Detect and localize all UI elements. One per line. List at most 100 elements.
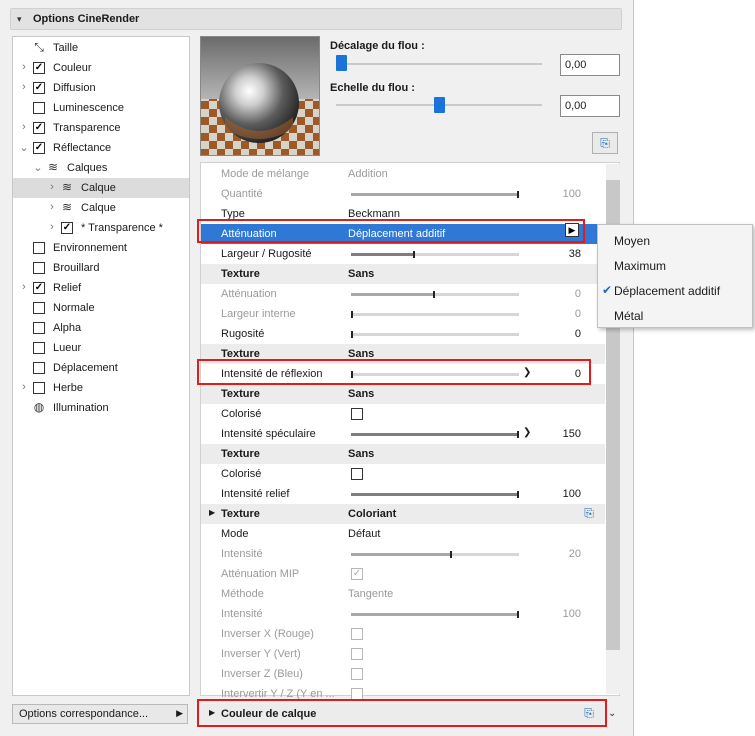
menu-item[interactable]: Métal [598,304,754,328]
tree-item[interactable]: ⌄ ✓ Réflectance [13,138,189,158]
row-slider-handle[interactable] [517,611,519,618]
tree-item-checkbox[interactable] [33,242,45,254]
settings-row[interactable]: Intensité 20 [201,544,605,564]
tree-item[interactable]: Luminescence [13,98,189,118]
tree-item[interactable]: › ✓ Transparence [13,118,189,138]
row-number[interactable]: 100 [563,608,581,620]
tree-item[interactable]: ⤡ Taille [13,38,189,58]
settings-row[interactable]: Mode Défaut [201,524,605,544]
scroll-down-icon[interactable]: ⌄ [608,708,616,719]
tree-item-checkbox[interactable]: ✓ [33,82,45,94]
row-number[interactable]: 0 [575,288,581,300]
row-checkbox[interactable] [351,668,363,680]
tree-item-checkbox[interactable]: ✓ [33,122,45,134]
row-slider-handle[interactable] [412,251,415,258]
row-slider[interactable] [351,191,519,198]
settings-row[interactable]: Atténuation MIP ✓ [201,564,605,584]
settings-row[interactable]: Texture Sans [201,384,605,404]
blur-offset-track[interactable] [336,63,542,65]
row-number[interactable]: 100 [563,188,581,200]
row-checkbox[interactable] [351,628,363,640]
chevron-right-icon[interactable]: › [19,81,29,93]
settings-row[interactable]: Intensité 100 [201,604,605,624]
tree-item[interactable]: ⌄ ≋ Calques [13,158,189,178]
row-slider-handle[interactable] [517,431,519,438]
row-slider[interactable] [351,311,519,318]
row-slider[interactable] [351,491,519,498]
settings-row[interactable]: Atténuation 0 [201,284,605,304]
tree-item-checkbox[interactable] [33,342,45,354]
expand-triangle-icon[interactable]: ▶ [209,508,215,517]
row-slider-handle[interactable] [351,311,353,318]
tree-item[interactable]: › ✓ Couleur [13,58,189,78]
row-slider[interactable] [351,611,519,618]
blur-offset-slider-knob[interactable] [336,55,347,71]
row-checkbox[interactable] [351,408,363,420]
tree-item-checkbox[interactable]: ✓ [33,282,45,294]
row-slider[interactable] [351,251,519,258]
chevron-down-icon[interactable]: ⌄ [33,161,43,174]
keyframe-marker-icon[interactable]: ❯ [523,427,531,438]
settings-row[interactable]: Largeur interne 0 [201,304,605,324]
tree-item-checkbox[interactable] [33,322,45,334]
settings-row[interactable]: Intensité relief 100 [201,484,605,504]
row-slider-handle[interactable] [449,551,452,558]
blur-scale-slider-knob[interactable] [434,97,445,113]
chevron-right-icon[interactable]: › [47,221,57,233]
tree-item[interactable]: Lueur [13,338,189,358]
tree-item[interactable]: › Herbe [13,378,189,398]
row-number[interactable]: 0 [575,308,581,320]
settings-row[interactable]: Rugosité 0 [201,324,605,344]
tree-item[interactable]: Alpha [13,318,189,338]
settings-row[interactable]: Mode de mélange Addition [201,164,605,184]
chevron-right-icon[interactable]: › [47,201,57,213]
settings-row[interactable]: Méthode Tangente [201,584,605,604]
tree-item-checkbox[interactable]: ✓ [33,142,45,154]
tree-item-checkbox[interactable] [33,382,45,394]
settings-row[interactable]: Colorisé [201,404,605,424]
row-number[interactable]: 38 [569,248,581,260]
tree-item-checkbox[interactable] [33,362,45,374]
row-slider[interactable] [351,291,519,298]
blur-offset-input[interactable]: 0,00 [560,54,620,76]
settings-row[interactable]: Quantité 100 [201,184,605,204]
settings-row[interactable]: Texture Sans [201,264,605,284]
tree-item[interactable]: › ✓ Relief [13,278,189,298]
export-settings-button[interactable]: ⎘ [592,132,618,154]
chevron-right-icon[interactable]: › [19,281,29,293]
tree-item[interactable]: ◍ Illumination [13,398,189,418]
tree-item-checkbox[interactable] [33,262,45,274]
chevron-right-icon[interactable]: › [19,61,29,73]
row-value[interactable]: Addition [348,168,388,180]
tree-item[interactable]: › ≋ Calque [13,178,189,198]
row-slider[interactable] [351,331,519,338]
tree-item[interactable]: › ≋ Calque [13,198,189,218]
blur-scale-input[interactable]: 0,00 [560,95,620,117]
settings-row[interactable]: Inverser X (Rouge) [201,624,605,644]
row-checkbox[interactable] [351,468,363,480]
options-correspondance-button[interactable]: Options correspondance... ▶ [12,704,188,724]
settings-row[interactable]: Inverser Z (Bleu) [201,664,605,684]
row-number[interactable]: 100 [563,488,581,500]
row-value[interactable]: Défaut [348,528,380,540]
chevron-right-icon[interactable]: › [19,381,29,393]
row-value[interactable]: Tangente [348,588,393,600]
row-number[interactable]: 0 [575,328,581,340]
row-slider-handle[interactable] [517,191,519,198]
tree-item-checkbox[interactable] [33,102,45,114]
settings-row[interactable]: Colorisé [201,464,605,484]
settings-row[interactable]: Intensité spéculaire ❯ 150 [201,424,605,444]
tree-item[interactable]: › ✓ Diffusion [13,78,189,98]
chevron-right-icon[interactable]: › [47,181,57,193]
menu-item[interactable]: Moyen [598,229,754,253]
tree-item-checkbox[interactable] [33,302,45,314]
row-slider-handle[interactable] [433,291,435,298]
settings-row[interactable]: Texture Sans [201,444,605,464]
chevron-down-icon[interactable]: ⌄ [19,141,29,154]
row-checkbox[interactable]: ✓ [351,568,363,580]
tree-item[interactable]: Normale [13,298,189,318]
collapse-icon[interactable]: ▾ [17,14,22,25]
document-arrow-icon[interactable]: ⎘ [581,506,597,522]
tree-item[interactable]: Déplacement [13,358,189,378]
tree-item[interactable]: › ✓ * Transparence * [13,218,189,238]
